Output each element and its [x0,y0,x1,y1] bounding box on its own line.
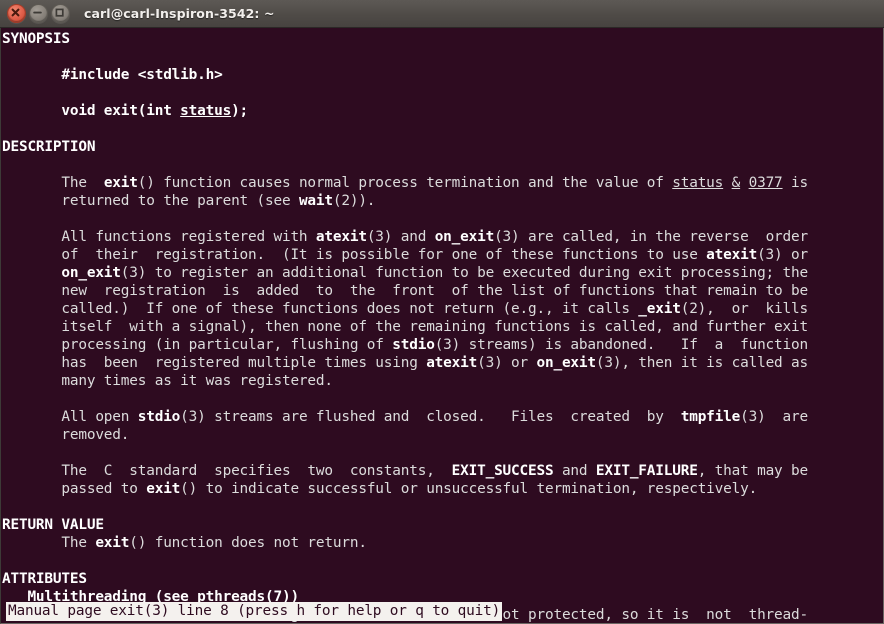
terminal-body[interactable]: SYNOPSIS #include <stdlib.h> void exit(i… [0,28,884,624]
man-section-heading: RETURN VALUE [2,517,104,533]
man-text-line: on_exit(3) to register an additional fun… [61,265,808,281]
man-text-line [2,84,883,102]
maximize-icon [55,8,64,17]
man-text-line: of their registration. (It is possible f… [2,247,808,263]
man-text-line: many times as it was registered. [2,373,333,389]
man-text-line: The exit() function causes normal proces… [2,175,808,191]
close-icon [11,8,20,17]
man-text-line: The C standard specifies two constants, … [2,463,808,479]
man-page-content: SYNOPSIS #include <stdlib.h> void exit(i… [1,30,883,623]
man-text-line: All functions registered with atexit(3) … [2,229,808,245]
man-blank-line [2,552,883,570]
man-text-line: new registration is added to the front o… [2,283,808,299]
man-text-line [2,444,883,462]
man-text-line: All open stdio(3) streams are flushed an… [2,409,808,425]
man-text-line: has been registered multiple times using… [2,355,808,371]
window-controls [7,4,70,23]
man-blank-line [2,498,883,516]
man-blank-line [2,120,883,138]
man-section-heading: SYNOPSIS [2,31,70,47]
minimize-icon [33,11,42,14]
man-text-line [2,390,883,408]
man-text-line: processing (in particular, flushing of s… [2,337,808,353]
terminal-window: carl@carl-Inspiron-3542: ~ SYNOPSIS #inc… [0,0,884,624]
man-text-line [2,48,883,66]
man-text-line: returned to the parent (see wait(2)). [2,193,376,209]
pager-status-bar: Manual page exit(3) line 8 (press h for … [6,602,503,621]
maximize-button[interactable] [51,4,70,23]
man-text-line [2,156,883,174]
man-section-heading: DESCRIPTION [2,139,96,155]
man-text-line [2,210,883,228]
window-title: carl@carl-Inspiron-3542: ~ [84,6,275,21]
minimize-button[interactable] [29,4,48,23]
man-text-line: passed to exit() to indicate successful … [2,481,758,497]
man-text-line: itself with a signal), then none of the … [2,319,808,335]
man-text-line: The exit() function does not return. [2,535,367,551]
window-titlebar: carl@carl-Inspiron-3542: ~ [0,0,884,28]
close-button[interactable] [7,4,26,23]
man-text-line: #include <stdlib.h> [61,67,223,83]
man-text-line: removed. [2,427,130,443]
man-text-line: void exit(int status); [61,103,249,119]
man-text-line: called.) If one of these functions does … [2,301,808,317]
man-section-heading: ATTRIBUTES [2,571,87,587]
